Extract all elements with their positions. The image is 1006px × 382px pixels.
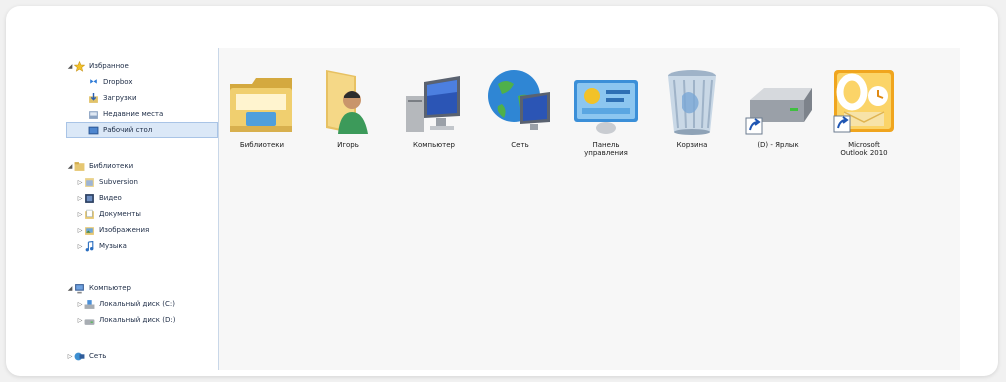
nav-favorites[interactable]: ◢ Избранное	[66, 58, 218, 74]
nav-item-label: Загрузки	[103, 94, 137, 102]
desktop-item-label: Компьютер	[413, 141, 455, 149]
documents-icon	[85, 209, 94, 219]
nav-item-subversion[interactable]: ▷ Subversion	[66, 174, 218, 190]
control-panel-icon	[574, 80, 638, 134]
nav-item-label: Локальный диск (D:)	[99, 316, 176, 324]
nav-computer[interactable]: ◢ Компьютер	[66, 280, 218, 296]
expand-arrow-icon[interactable]: ◢	[66, 163, 74, 170]
desktop-item-recycle-bin[interactable]: Корзина	[649, 66, 735, 149]
nav-item-label: Subversion	[99, 178, 138, 186]
expand-arrow-icon[interactable]: ▷	[76, 243, 84, 250]
nav-computer-label: Компьютер	[89, 284, 131, 292]
desktop-item-drive-shortcut[interactable]: (D) - Ярлык	[735, 66, 821, 149]
desktop-item-label: Игорь	[337, 141, 359, 149]
nav-network-label: Сеть	[89, 352, 107, 360]
network-globe-icon	[488, 70, 550, 130]
nav-item-drive-d[interactable]: ▷ Локальный диск (D:)	[66, 312, 218, 328]
desktop-item-label: Microsoft Outlook 2010	[840, 141, 888, 157]
nav-item-label: Локальный диск (C:)	[99, 300, 175, 308]
nav-item-images[interactable]: ▷ Изображения	[66, 222, 218, 238]
nav-item-label: Видео	[99, 194, 122, 202]
computer-icon	[75, 283, 84, 293]
subversion-icon	[85, 177, 94, 187]
nav-item-label: Рабочий стол	[103, 126, 153, 134]
libraries-folder-icon	[230, 78, 292, 132]
drive-shortcut-icon	[745, 88, 812, 135]
desktop-item-outlook[interactable]: Microsoft Outlook 2010	[821, 66, 907, 157]
nav-item-label: Dropbox	[103, 78, 133, 86]
desktop-item-label: (D) - Ярлык	[757, 141, 799, 149]
video-icon	[85, 193, 94, 203]
expand-arrow-icon[interactable]: ▷	[76, 211, 84, 218]
expand-arrow-icon[interactable]: ▷	[76, 195, 84, 202]
nav-item-desktop[interactable]: Рабочий стол	[66, 122, 218, 138]
expand-arrow-icon[interactable]: ◢	[66, 285, 74, 292]
nav-item-label: Недавние места	[103, 110, 164, 118]
network-icon	[74, 352, 85, 360]
recent-places-icon	[89, 110, 98, 119]
nav-item-documents[interactable]: ▷ Документы	[66, 206, 218, 222]
expand-arrow-icon[interactable]: ▷	[76, 317, 84, 324]
recycle-bin-icon	[668, 70, 716, 135]
expand-arrow-icon[interactable]: ▷	[76, 179, 84, 186]
nav-item-music[interactable]: ▷ Музыка	[66, 238, 218, 254]
desktop-item-control-panel[interactable]: Панель управления	[563, 66, 649, 157]
desktop-item-computer[interactable]: Компьютер	[391, 66, 477, 149]
screenshot-card: ◢ Избранное Dropbox Загрузки Недавние ме…	[6, 6, 998, 376]
outlook-shortcut-icon	[833, 70, 894, 133]
libraries-icon	[74, 161, 85, 171]
nav-network[interactable]: ▷ Сеть	[66, 348, 218, 364]
expand-arrow-icon[interactable]: ▷	[76, 301, 84, 308]
expand-arrow-icon[interactable]: ▷	[76, 227, 84, 234]
nav-libraries[interactable]: ◢ Библиотеки	[66, 158, 218, 174]
nav-item-drive-c[interactable]: ▷ Локальный диск (C:)	[66, 296, 218, 312]
downloads-icon	[89, 92, 98, 103]
nav-item-video[interactable]: ▷ Видео	[66, 190, 218, 206]
images-icon	[85, 226, 94, 235]
nav-libraries-label: Библиотеки	[89, 162, 134, 170]
star-icon	[74, 60, 85, 72]
desktop-item-network[interactable]: Сеть	[477, 66, 563, 149]
user-folder-icon	[326, 70, 368, 134]
nav-item-label: Музыка	[99, 242, 127, 250]
desktop-icon	[88, 126, 99, 134]
expand-arrow-icon[interactable]: ◢	[66, 63, 74, 70]
music-icon	[85, 240, 94, 251]
drive-icon	[84, 318, 95, 325]
desktop-item-label: Библиотеки	[239, 141, 285, 149]
expand-arrow-icon[interactable]: ▷	[66, 353, 74, 360]
nav-item-dropbox[interactable]: Dropbox	[66, 74, 218, 90]
nav-item-recent-places[interactable]: Недавние места	[66, 106, 218, 122]
nav-favorites-label: Избранное	[89, 62, 129, 70]
dropbox-icon	[90, 78, 97, 84]
nav-item-label: Изображения	[99, 226, 150, 234]
navigation-pane: ◢ Избранное Dropbox Загрузки Недавние ме…	[66, 48, 219, 370]
desktop-item-libraries[interactable]: Библиотеки	[219, 66, 305, 149]
nav-item-downloads[interactable]: Загрузки	[66, 90, 218, 106]
explorer-window: ◢ Избранное Dropbox Загрузки Недавние ме…	[66, 48, 960, 370]
desktop-item-label: Сеть	[511, 141, 529, 149]
desktop-item-label: Панель управления	[584, 141, 628, 157]
computer-icon	[406, 76, 460, 132]
windows-drive-icon	[84, 299, 95, 309]
desktop-content-pane: Библиотеки Игорь Компьютер Сеть Панель у…	[219, 48, 960, 370]
desktop-item-label: Корзина	[676, 141, 708, 149]
desktop-item-user[interactable]: Игорь	[305, 66, 391, 149]
nav-item-label: Документы	[99, 210, 141, 218]
